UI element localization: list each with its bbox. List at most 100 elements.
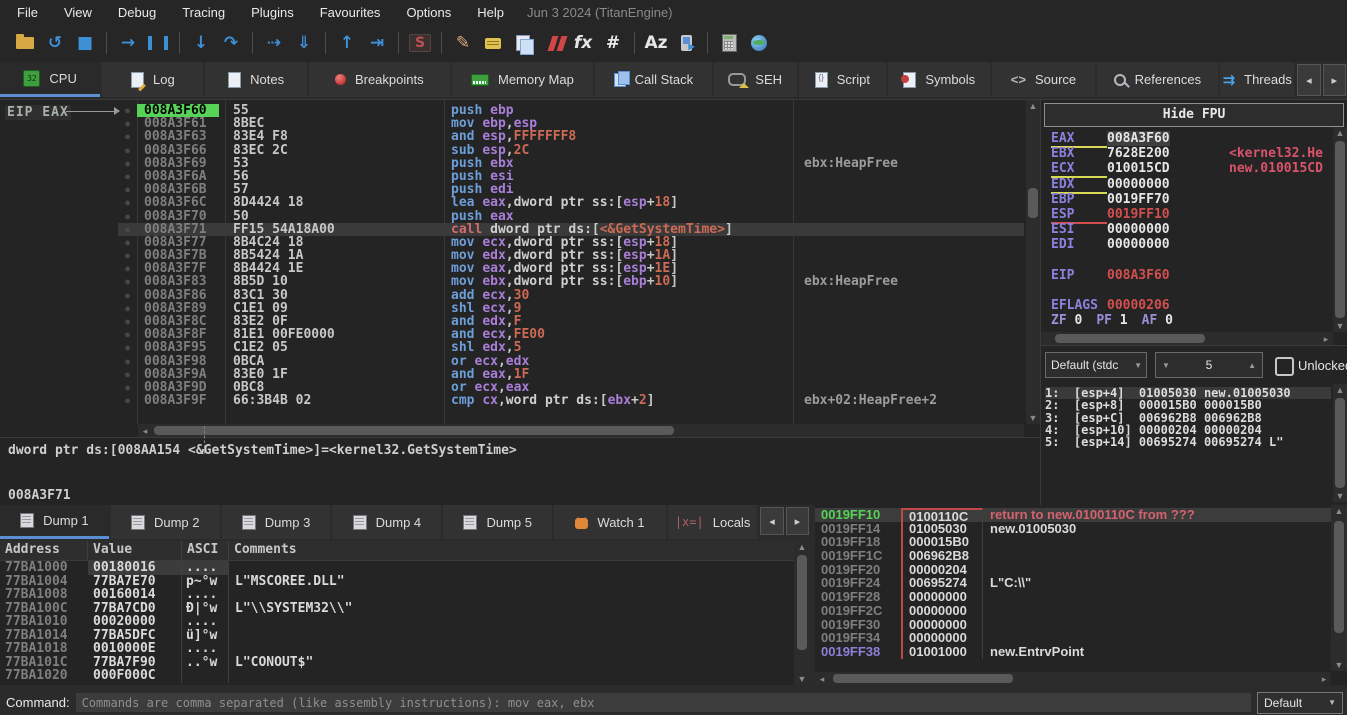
stack-pane[interactable]: 0019FF100100110Creturn to new.0100110C f… [815,505,1347,685]
breakpoint-dot[interactable]: ● [118,381,137,394]
register-row[interactable]: EDI00000000 [1051,237,1331,252]
argument-row[interactable]: 1: [esp+4] 01005030 new.01005030 [1045,387,1331,399]
disasm-row[interactable]: ●008A3F6A56push esi [118,170,1024,183]
dump-row[interactable]: 77BA101477BA5DFCü]°w [0,629,794,643]
breakpoint-dot[interactable]: ● [118,394,137,407]
calling-convention-dropdown[interactable]: Default (stdc ▼ [1045,352,1147,378]
tab-memory-map[interactable]: Memory Map [452,62,593,97]
tab-cpu[interactable]: 32CPU [0,62,100,97]
toolbar-button-run[interactable]: → [113,29,143,57]
dump-row[interactable]: 77BA100477BA7E70p~°wL"MSCOREE.DLL" [0,575,794,589]
disassembly-pane[interactable]: EIP EAX ●008A3F6055push ebp●008A3F618BEC… [0,99,1040,437]
toolbar-button-close[interactable]: ■ [70,29,100,57]
menu-item-favourites[interactable]: Favourites [307,2,394,23]
stack-row[interactable]: 0019FF18000015B0 [815,535,1331,549]
menu-item-tracing[interactable]: Tracing [169,2,238,23]
disasm-row[interactable]: ●008A3F6383E4 F8and esp,FFFFFFF8 [118,130,1024,143]
toolbar-button-bookmark[interactable] [538,29,568,57]
breakpoint-dot[interactable]: ● [118,341,137,354]
breakpoint-dot[interactable]: ● [118,196,137,209]
toolbar-button-source-mode[interactable]: S [405,29,435,57]
breakpoint-dot[interactable]: ● [118,104,137,117]
column-header-comments[interactable]: Comments [229,541,794,560]
tab-notes[interactable]: Notes [205,62,306,97]
breakpoint-dot[interactable]: ● [118,249,137,262]
breakpoint-dot[interactable]: ● [118,275,137,288]
unlocked-checkbox[interactable] [1275,357,1294,376]
disasm-row[interactable]: ●008A3F6953push ebxebx:HeapFree [118,157,1024,170]
register-row[interactable]: ESI00000000 [1051,222,1331,237]
tab-dump1[interactable]: Dump 1 [0,505,109,539]
tab-breakpoints[interactable]: Breakpoints [309,62,450,97]
register-row[interactable]: EBX7628E200<kernel32.He [1051,146,1331,161]
disasm-row[interactable]: ●008A3F6683EC 2Csub esp,2C [118,144,1024,157]
dump-row[interactable]: 77BA100000180016.... [0,561,794,575]
toolbar-button-execute-till-return[interactable]: ↑ [332,29,362,57]
toolbar-button-run-to-user-code[interactable]: ⇥ [362,29,392,57]
disasm-row[interactable]: ●008A3F95C1E2 05shl edx,5 [118,341,1024,354]
register-row[interactable]: EIP008A3F60 [1051,268,1331,283]
argument-count-spinner[interactable]: ▼ 5 ▲ [1155,352,1263,378]
dump-tab-scroll-left-button[interactable]: ◂ [760,507,783,535]
dump-row[interactable]: 77BA100C77BA7CD0Ð|°wL"\\SYSTEM32\\" [0,602,794,616]
breakpoint-dot[interactable]: ● [118,144,137,157]
breakpoint-dot[interactable]: ● [118,170,137,183]
register-row[interactable]: EFLAGS00000206 [1051,298,1331,313]
stack-horizontal-scrollbar[interactable]: ◂ ▸ [815,672,1331,685]
column-header-value[interactable]: Value [88,541,182,560]
disasm-row[interactable]: ●008A3F7050push eax [118,210,1024,223]
column-header-asci[interactable]: ASCI [182,541,229,560]
menu-item-help[interactable]: Help [464,2,517,23]
tab-seh[interactable]: SEH [714,62,797,97]
tab-scroll-left-button[interactable]: ◂ [1297,64,1320,96]
breakpoint-dot[interactable]: ● [118,210,137,223]
toolbar-button-hash[interactable]: # [598,29,628,57]
toolbar-button-globe[interactable] [744,29,774,57]
arguments-vertical-scrollbar[interactable]: ▲ ▼ [1333,384,1347,502]
disasm-row[interactable]: ●008A3F6C8D4424 18lea eax,dword ptr ss:[… [118,196,1024,209]
command-input[interactable] [76,693,1251,712]
argument-row[interactable]: 2: [esp+8] 000015B0 000015B0 [1045,399,1331,411]
toolbar-button-step-out[interactable]: ⇓ [289,29,319,57]
toolbar-button-restart[interactable]: ↺ [40,29,70,57]
disasm-horizontal-scrollbar[interactable]: ◂ [138,424,1024,437]
breakpoint-dot[interactable]: ● [118,223,137,236]
tab-references[interactable]: References [1097,62,1219,97]
register-row[interactable]: EBP0019FF70 [1051,192,1331,207]
breakpoint-dot[interactable]: ● [118,289,137,302]
breakpoint-dot[interactable]: ● [118,302,137,315]
stack-row[interactable]: 0019FF100100110Creturn to new.0100110C f… [815,508,1331,522]
argument-row[interactable]: 3: [esp+C] 006962B8 006962B8 [1045,412,1331,424]
stack-row[interactable]: 0019FF2400695274L"C:\\" [815,576,1331,590]
menu-item-view[interactable]: View [51,2,105,23]
argument-row[interactable]: 4: [esp+10] 00000204 00000204 [1045,424,1331,436]
hide-fpu-button[interactable]: Hide FPU [1044,103,1344,127]
toolbar-button-patch[interactable]: ✎ [448,29,478,57]
breakpoint-dot[interactable]: ● [118,315,137,328]
disasm-row[interactable]: ●008A3F9A83E0 1Fand eax,1F [118,368,1024,381]
stack-row[interactable]: 0019FF3801001000new.EntrvPoint [815,645,1331,659]
column-header-address[interactable]: Address [0,541,88,560]
register-row[interactable]: EAX008A3F60 [1051,131,1331,146]
stack-row[interactable]: 0019FF2000000204 [815,563,1331,577]
tab-dump3[interactable]: Dump 3 [222,505,331,539]
tab-scroll-right-button[interactable]: ▸ [1323,64,1346,96]
dump-row[interactable]: 77BA101000020000.... [0,615,794,629]
tab-script[interactable]: {}Script [799,62,887,97]
breakpoint-dot[interactable]: ● [118,262,137,275]
breakpoint-dot[interactable]: ● [118,328,137,341]
disasm-row[interactable]: ●008A3F838B5D 10mov ebx,dword ptr ss:[eb… [118,275,1024,288]
stack-vertical-scrollbar[interactable]: ▲ ▼ [1331,505,1347,671]
stack-row[interactable]: 0019FF3000000000 [815,618,1331,632]
register-row[interactable]: ECX010015CDnew.010015CD [1051,161,1331,176]
breakpoint-dot[interactable]: ● [118,183,137,196]
toolbar-button-animate-into[interactable]: ⇢ [259,29,289,57]
stack-row[interactable]: 0019FF3400000000 [815,631,1331,645]
tab-call-stack[interactable]: Call Stack [595,62,712,97]
registers-pane[interactable]: Hide FPU EAX008A3F60EBX7628E200<kernel32… [1040,99,1347,345]
command-profile-dropdown[interactable]: Default ▼ [1257,692,1343,714]
breakpoint-dot[interactable]: ● [118,355,137,368]
tab-threads[interactable]: ⇉Threads [1220,62,1294,97]
breakpoint-dot[interactable]: ● [118,236,137,249]
tab-dump4[interactable]: Dump 4 [332,505,441,539]
